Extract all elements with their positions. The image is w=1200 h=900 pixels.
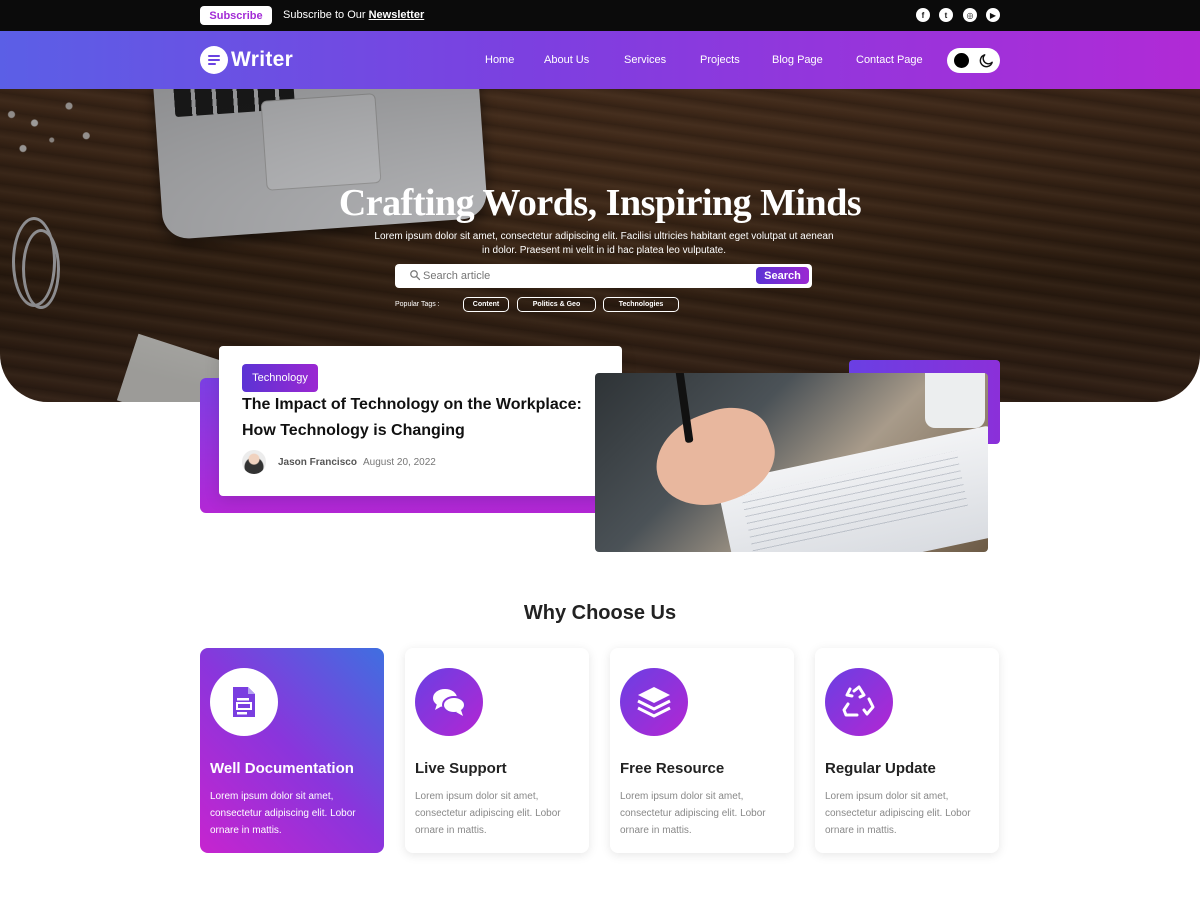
featured-article-title[interactable]: The Impact of Technology on the Workplac… <box>242 392 592 444</box>
feature-description: Lorem ipsum dolor sit amet, consectetur … <box>210 791 356 836</box>
newsletter-text: Subscribe to Our Newsletter <box>283 9 424 21</box>
search-bar: Search <box>395 264 812 288</box>
feature-card-well-documentation[interactable]: Well Documentation Lorem ipsum dolor sit… <box>200 648 384 853</box>
subscribe-button[interactable]: Subscribe <box>200 6 272 25</box>
tag-technologies[interactable]: Technologies <box>603 297 679 312</box>
document-icon <box>210 668 278 736</box>
featured-article-card[interactable]: Technology The Impact of Technology on t… <box>219 346 622 496</box>
nav-services[interactable]: Services <box>624 54 666 66</box>
feature-description: Lorem ipsum dolor sit amet, consectetur … <box>620 791 766 836</box>
instagram-icon[interactable]: ◎ <box>963 8 977 22</box>
moon-icon <box>979 54 993 68</box>
newsletter-prefix: Subscribe to Our <box>283 9 369 21</box>
feature-card-live-support[interactable]: Live Support Lorem ipsum dolor sit amet,… <box>405 648 589 853</box>
theme-toggle[interactable] <box>947 48 1000 73</box>
feature-card-free-resource[interactable]: Free Resource Lorem ipsum dolor sit amet… <box>610 648 794 853</box>
popular-tags-label: Popular Tags : <box>395 301 440 308</box>
brand-logo[interactable]: Writer <box>200 46 293 74</box>
search-button[interactable]: Search <box>756 267 809 284</box>
featured-article-image[interactable] <box>595 373 988 552</box>
youtube-icon[interactable]: ▶ <box>986 8 1000 22</box>
tag-content[interactable]: Content <box>463 297 509 312</box>
nav-about-us[interactable]: About Us <box>544 54 589 66</box>
feature-title: Live Support <box>415 760 507 777</box>
feature-title: Regular Update <box>825 760 936 777</box>
why-choose-us-heading: Why Choose Us <box>523 602 677 624</box>
writer-logo-icon <box>200 46 228 74</box>
hero-title: Crafting Words, Inspiring Minds <box>338 182 862 224</box>
feature-card-regular-update[interactable]: Regular Update Lorem ipsum dolor sit ame… <box>815 648 999 853</box>
twitter-icon[interactable]: t <box>939 8 953 22</box>
nav-blog-page[interactable]: Blog Page <box>772 54 823 66</box>
top-bar: Subscribe Subscribe to Our Newsletter f … <box>0 0 1200 31</box>
nav-projects[interactable]: Projects <box>700 54 740 66</box>
hero-description: Lorem ipsum dolor sit amet, consectetur … <box>374 231 834 256</box>
category-badge[interactable]: Technology <box>242 364 318 392</box>
feature-description: Lorem ipsum dolor sit amet, consectetur … <box>415 791 561 836</box>
post-date: August 20, 2022 <box>363 457 436 468</box>
facebook-icon[interactable]: f <box>916 8 930 22</box>
feature-description: Lorem ipsum dolor sit amet, consectetur … <box>825 791 971 836</box>
feature-title: Well Documentation <box>210 760 354 777</box>
author-avatar <box>242 450 266 474</box>
feature-title: Free Resource <box>620 760 725 777</box>
circle-icon <box>954 53 969 68</box>
recycle-icon <box>825 668 893 736</box>
search-input[interactable] <box>423 267 723 285</box>
author-name[interactable]: Jason Francisco <box>278 457 357 468</box>
brand-name: Writer <box>231 48 294 71</box>
nav-home[interactable]: Home <box>485 54 514 66</box>
main-navbar: Writer Home About Us Services Projects B… <box>0 31 1200 89</box>
layers-icon <box>620 668 688 736</box>
nav-contact-page[interactable]: Contact Page <box>856 54 923 66</box>
newsletter-link[interactable]: Newsletter <box>369 9 425 21</box>
tag-politics-geo[interactable]: Politics & Geo <box>517 297 596 312</box>
search-icon <box>410 270 421 281</box>
chat-icon <box>415 668 483 736</box>
